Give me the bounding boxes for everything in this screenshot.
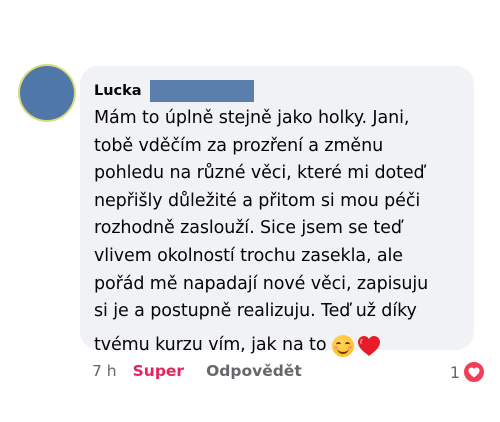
- red-heart-icon: [358, 335, 381, 356]
- comment-line: tobě vděčím za prozření a změnu: [94, 135, 384, 156]
- avatar[interactable]: [20, 66, 74, 120]
- comment-line: vlivem okolností trochu zasekla, ale: [94, 245, 403, 266]
- smiling-face-icon: [332, 334, 355, 357]
- timestamp[interactable]: 7 h: [92, 361, 117, 381]
- heart-icon: [468, 367, 480, 377]
- reply-button[interactable]: Odpovědět: [206, 361, 302, 381]
- reaction-summary[interactable]: 1: [450, 360, 486, 384]
- author-name[interactable]: Lucka: [94, 81, 142, 101]
- comment-actions: 7 h Super Odpovědět: [92, 361, 302, 381]
- comment-line: rozhodně zaslouží. Sice jsem se teď: [94, 218, 402, 239]
- comment-header: Lucka: [94, 79, 474, 103]
- comment-line: Mám to úplně stejně jako holky. Jani,: [94, 108, 410, 128]
- redacted-surname: [149, 80, 254, 102]
- comment-bubble: Lucka Mám to úplně stejně jako holky. Ja…: [80, 66, 474, 357]
- comment-text: Mám to úplně stejně jako holky. Jani, to…: [94, 105, 474, 359]
- love-reaction-icon: [462, 360, 486, 384]
- comment-line: pohledu na různé věci, které mi doteď: [94, 163, 425, 184]
- comment-line-last: tvému kurzu vím, jak na to: [94, 332, 474, 360]
- reaction-button[interactable]: Super: [133, 361, 184, 381]
- comment-line: pořád mě napadají nové věci, zapisuju: [94, 273, 429, 294]
- comment-line: si je a postupně realizuju. Teď už díky: [94, 301, 417, 322]
- comment-line: nepřišly důležité a přitom si mou péči: [94, 190, 421, 211]
- reaction-count: 1: [449, 362, 460, 382]
- comment-line: tvému kurzu vím, jak na to: [94, 334, 327, 355]
